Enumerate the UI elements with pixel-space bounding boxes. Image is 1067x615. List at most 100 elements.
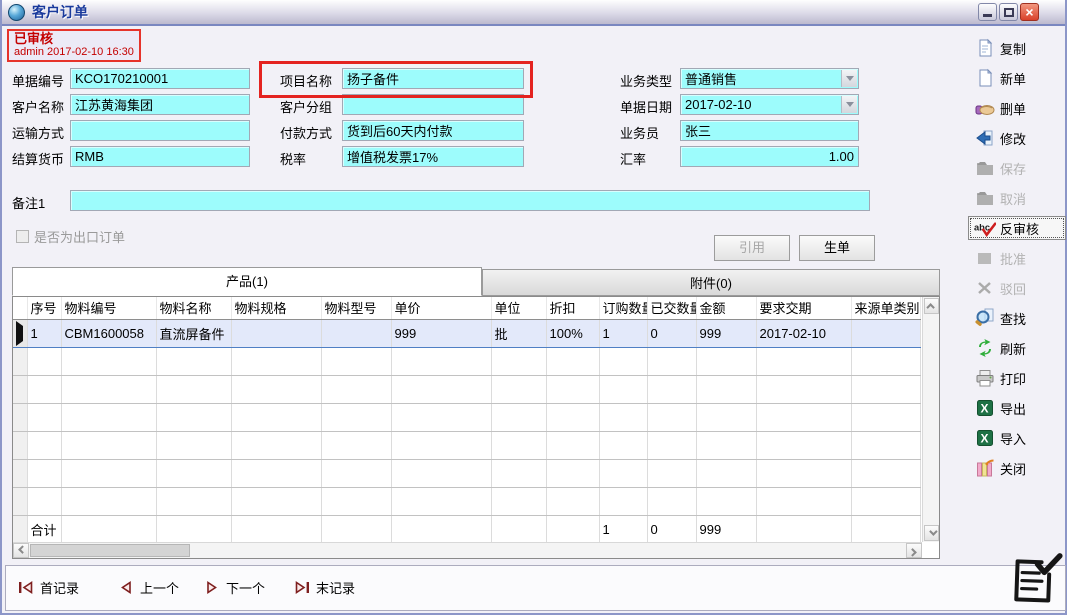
nav-next-record-button[interactable]: 下一个 [204,578,265,597]
column-header-订购数量[interactable]: 订购数量 [599,297,647,319]
field-label-备注1: 备注1 [12,193,45,212]
column-header-物料型号[interactable]: 物料型号 [321,297,391,319]
minimize-button[interactable] [978,3,997,21]
side-toolbar: 复制新单删单修改保存取消abc反审核批准驳回查找刷新打印X导出X导入关闭 [968,36,1066,486]
row-selector-cell [13,347,27,375]
column-header-物料名称[interactable]: 物料名称 [156,297,231,319]
export-order-checkbox[interactable] [16,230,29,243]
toolbar-button-导入[interactable]: X导入 [968,426,1066,450]
scroll-left-button[interactable] [13,543,29,558]
generate-order-button[interactable]: 生单 [799,235,875,261]
close-button[interactable]: × [1020,3,1039,21]
cell [491,347,546,375]
horizontal-scrollbar[interactable] [13,542,922,558]
field-label-税率: 税率 [280,149,306,168]
column-header-序号[interactable]: 序号 [27,297,61,319]
column-header-要求交期[interactable]: 要求交期 [756,297,851,319]
toolbar-button-关闭[interactable]: 关闭 [968,456,1066,480]
toolbar-label: 导入 [1000,429,1026,448]
cell [321,431,391,459]
combo-dropdown-button[interactable] [841,70,857,87]
empty-table-row[interactable] [13,459,920,487]
save-folder-icon [974,158,996,178]
field-input-付款方式[interactable]: 货到后60天内付款 [342,120,524,141]
toolbar-button-反审核[interactable]: abc反审核 [968,216,1066,240]
toolbar-button-删单[interactable]: 删单 [968,96,1066,120]
toolbar-button-打印[interactable]: 打印 [968,366,1066,390]
scroll-right-button[interactable] [906,543,922,558]
column-header-单位[interactable]: 单位 [491,297,546,319]
field-label-付款方式: 付款方式 [280,123,332,142]
toolbar-button-导出[interactable]: X导出 [968,396,1066,420]
cell [599,347,647,375]
vertical-scrollbar[interactable] [922,297,939,542]
cell [391,431,491,459]
cell [27,459,61,487]
empty-table-row[interactable] [13,375,920,403]
first-record-icon [18,581,34,594]
totals-cell [546,515,599,543]
toolbar-label: 刷新 [1000,339,1026,358]
tab-attachments[interactable]: 附件(0) [482,269,940,296]
cell [321,459,391,487]
field-input-税率[interactable]: 增值税发票17% [342,146,524,167]
horizontal-scroll-thumb[interactable] [30,544,190,557]
cell [696,459,756,487]
column-header-金额[interactable]: 金额 [696,297,756,319]
field-value: 江苏黄海集团 [75,95,153,114]
field-input-业务员[interactable]: 张三 [680,120,859,141]
field-label-项目名称: 项目名称 [280,71,332,90]
toolbar-button-复制[interactable]: 复制 [968,36,1066,60]
field-input-客户名称[interactable]: 江苏黄海集团 [70,94,250,115]
field-input-业务类型[interactable]: 普通销售 [680,68,859,89]
maximize-button[interactable] [999,3,1018,21]
combo-dropdown-button[interactable] [841,96,857,113]
column-header-物料编号[interactable]: 物料编号 [61,297,156,319]
tab-products[interactable]: 产品(1) [12,267,482,296]
field-input-单据编号[interactable]: KCO170210001 [70,68,250,89]
field-input-单据日期[interactable]: 2017-02-10 [680,94,859,115]
column-header-已交数量[interactable]: 已交数量 [647,297,696,319]
toolbar-button-修改[interactable]: 修改 [968,126,1066,150]
toolbar-label: 关闭 [1000,459,1026,478]
excel-import-icon: X [974,428,996,448]
totals-cell [491,515,546,543]
empty-table-row[interactable] [13,431,920,459]
nav-label: 末记录 [316,578,355,597]
printer-icon [974,368,996,388]
totals-cell [156,515,231,543]
cell [491,431,546,459]
chevron-down-icon [929,527,937,535]
column-header-物料规格[interactable]: 物料规格 [231,297,321,319]
toolbar-button-新单[interactable]: 新单 [968,66,1066,90]
empty-table-row[interactable] [13,403,920,431]
record-nav-panel: 首记录 上一个 下一个 末记录 [5,565,1066,611]
field-label-客户分组: 客户分组 [280,97,332,116]
audit-meta-text: admin 2017-02-10 16:30 [14,46,134,58]
field-input-客户分组[interactable] [342,94,524,115]
toolbar-button-刷新[interactable]: 刷新 [968,336,1066,360]
field-input-汇率[interactable]: 1.00 [680,146,859,167]
field-input-结算货币[interactable]: RMB [70,146,250,167]
field-input-remark1[interactable] [70,190,870,211]
toolbar-label: 打印 [1000,369,1026,388]
nav-prev-record-button[interactable]: 上一个 [118,578,179,597]
toolbar-button-查找[interactable]: 查找 [968,306,1066,330]
nav-first-record-button[interactable]: 首记录 [18,578,79,597]
empty-table-row[interactable] [13,347,920,375]
table-row[interactable]: 1CBM1600058直流屏备件999批100%109992017-02-10 [13,319,920,347]
cell [851,487,920,515]
cell [231,431,321,459]
totals-cell [391,515,491,543]
column-header-单价[interactable]: 单价 [391,297,491,319]
field-input-项目名称[interactable]: 扬子备件 [342,68,524,89]
cell [156,347,231,375]
titlebar[interactable]: 客户订单 × [2,0,1065,26]
empty-table-row[interactable] [13,487,920,515]
nav-last-record-button[interactable]: 末记录 [294,578,355,597]
field-input-运输方式[interactable] [70,120,250,141]
scroll-down-button[interactable] [924,525,939,541]
column-header-来源单类别[interactable]: 来源单类别 [851,297,920,319]
scroll-up-button[interactable] [924,298,939,314]
column-header-折扣[interactable]: 折扣 [546,297,599,319]
